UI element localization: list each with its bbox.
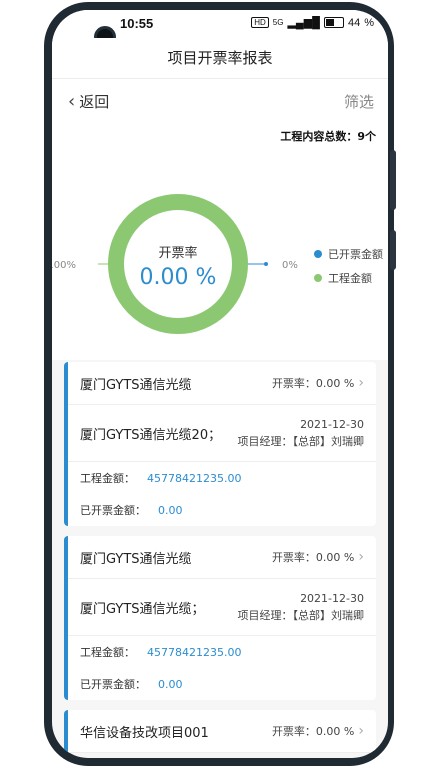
chevron-right-icon: › (358, 723, 364, 739)
amount-row: 工程金额： 45778421235.00 (68, 636, 376, 668)
chart-slice-project-amount (108, 194, 248, 334)
invoiced-row: 已开票金额： 0.00 (68, 668, 376, 700)
amount-label: 工程金额： (80, 646, 135, 659)
invoice-rate: 开票率：0.00 % › (272, 549, 364, 565)
status-time: 10:55 (120, 16, 154, 31)
right-percent-label: 0% (282, 260, 298, 271)
detail-meta: 2021-12-30 项目经理：【总部】刘瑞卿 (238, 590, 365, 624)
hd-icon: HD (251, 17, 269, 28)
amount-row: 工程金额： 45778421235.00 (68, 462, 376, 494)
amount-value: 45778421235.00 (147, 471, 242, 485)
power-button (390, 230, 396, 270)
chevron-right-icon: › (358, 375, 364, 391)
invoice-rate-label: 开票率：0.00 % (271, 551, 355, 564)
back-label: 返回 (79, 93, 110, 111)
project-date: 2021-12-30 (300, 592, 364, 605)
status-icons: HD 5G ▂▄▆█ 44% (251, 16, 374, 29)
summary-panel: 工程内容总数：9个 开票率 0.00 % 100% 0% 已开票金额 (52, 120, 388, 360)
toolbar: ‹ 返回 筛选 (52, 79, 388, 123)
detail-meta: 2021-12-30 项目经理：【总部】刘瑞卿 (238, 416, 365, 450)
legend-label: 已开票金额 (328, 248, 383, 261)
project-date: 2021-12-30 (300, 418, 364, 431)
invoiced-row: 已开票金额： 0.00 (68, 494, 376, 526)
project-list: 厦门GYTS通信光缆 开票率：0.00 % › 厦门GYTS通信光缆20； 20… (52, 362, 388, 758)
chevron-right-icon: › (358, 549, 364, 565)
percent-sign: % (364, 16, 374, 29)
project-card[interactable]: 厦门GYTS通信光缆 开票率：0.00 % › 厦门GYTS通信光缆20； 20… (64, 362, 376, 526)
project-name: 厦门GYTS通信光缆 (80, 551, 192, 567)
battery-level: 44 (347, 16, 361, 29)
left-percent-label: 100% (52, 260, 76, 271)
invoiced-label: 已开票金额： (80, 678, 146, 691)
project-manager: 项目经理：【总部】刘瑞卿 (237, 609, 365, 622)
detail-name: 厦门GYTS通信光缆； (80, 601, 205, 617)
amount-value: 45778421235.00 (147, 645, 242, 659)
project-card[interactable]: 厦门GYTS通信光缆 开票率：0.00 % › 厦门GYTS通信光缆； 2021… (64, 536, 376, 700)
back-button[interactable]: ‹ 返回 (68, 91, 109, 112)
legend-item-invoiced[interactable]: 已开票金额 (314, 246, 383, 262)
card-header[interactable]: 厦门GYTS通信光缆 开票率：0.00 % › (68, 536, 376, 579)
center-label: 开票率 (158, 245, 197, 261)
invoice-rate: 开票率：0.00 % › (272, 723, 364, 739)
battery-icon (323, 17, 344, 28)
card-header[interactable]: 厦门GYTS通信光缆 开票率：0.00 % › (68, 362, 376, 405)
legend-dot-icon (314, 274, 322, 282)
chevron-left-icon: ‹ (68, 91, 76, 112)
device-frame: 10:55 HD 5G ▂▄▆█ 44% 项目开票率报表 ‹ 返回 筛选 工程内… (0, 0, 432, 768)
volume-button (390, 150, 396, 210)
amount-label: 工程金额： (80, 472, 135, 485)
invoice-rate-label: 开票率：0.00 % (271, 725, 355, 738)
card-detail: 厦门GYTS通信光缆； 2021-12-30 项目经理：【总部】刘瑞卿 (68, 579, 376, 636)
chart-legend: 已开票金额 工程金额 (314, 246, 383, 294)
project-manager: 项目经理：【总部】刘瑞卿 (237, 435, 365, 448)
invoiced-value: 0.00 (158, 677, 183, 691)
project-card[interactable]: 华信设备技改项目001 开票率：0.00 % › (64, 710, 376, 753)
project-name: 厦门GYTS通信光缆 (80, 377, 192, 393)
donut-chart: 开票率 0.00 % 100% 0% (52, 194, 298, 334)
legend-item-project[interactable]: 工程金额 (314, 270, 383, 286)
page-title: 项目开票率报表 (52, 38, 388, 78)
invoice-rate: 开票率：0.00 % › (272, 375, 364, 391)
invoiced-label: 已开票金额： (80, 504, 146, 517)
legend-dot-icon (314, 250, 322, 258)
invoiced-value: 0.00 (158, 503, 183, 517)
filter-button[interactable]: 筛选 (344, 91, 374, 112)
network-label: 5G (272, 18, 284, 27)
invoice-rate-label: 开票率：0.00 % (271, 377, 355, 390)
signal-icon: ▂▄▆█ (287, 17, 320, 29)
detail-name: 厦门GYTS通信光缆20； (80, 427, 222, 443)
project-name: 华信设备技改项目001 (80, 725, 209, 741)
right-leader-dot (264, 262, 268, 266)
card-detail: 厦门GYTS通信光缆20； 2021-12-30 项目经理：【总部】刘瑞卿 (68, 405, 376, 462)
card-header[interactable]: 华信设备技改项目001 开票率：0.00 % › (68, 710, 376, 753)
app-screen: 10:55 HD 5G ▂▄▆█ 44% 项目开票率报表 ‹ 返回 筛选 工程内… (52, 10, 388, 758)
legend-label: 工程金额 (328, 272, 372, 285)
center-value: 0.00 % (140, 265, 217, 290)
